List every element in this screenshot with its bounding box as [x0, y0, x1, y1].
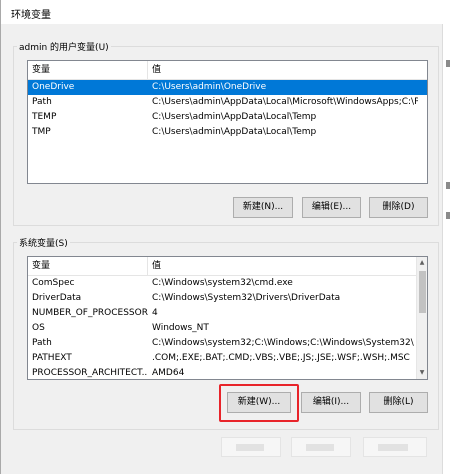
highlight-box	[219, 384, 299, 422]
column-header-variable[interactable]: 变量	[28, 61, 148, 79]
system-var-row-comspec[interactable]: ComSpec C:\Windows\system32\cmd.exe	[28, 276, 416, 291]
var-value: Windows_NT	[152, 323, 209, 333]
scroll-up-icon[interactable]: ▲	[417, 257, 427, 269]
user-var-row-tmp[interactable]: TMP C:\Users\admin\AppData\Local\Temp	[28, 125, 427, 140]
window-title: 环境变量	[11, 10, 51, 21]
var-name: NUMBER_OF_PROCESSORS	[32, 308, 148, 318]
var-value: AMD64	[152, 368, 185, 378]
user-variables-label: admin 的用户变量(U)	[17, 40, 111, 53]
edge-mark	[446, 212, 450, 219]
user-delete-button[interactable]: 删除(D)	[369, 197, 428, 218]
var-value: 4	[152, 308, 158, 318]
obscured-button	[291, 437, 351, 457]
system-var-row-processor-architecture[interactable]: PROCESSOR_ARCHITECT... AMD64	[28, 366, 416, 379]
obscured-button	[363, 437, 427, 457]
edge-mark	[446, 182, 450, 189]
column-header-value[interactable]: 值	[148, 61, 408, 79]
column-header-variable[interactable]: 变量	[28, 257, 148, 275]
edge-mark	[446, 60, 450, 67]
var-value: C:\Windows\system32\cmd.exe	[152, 278, 293, 288]
obscured-mark	[378, 444, 408, 451]
title-bar[interactable]: 环境变量	[1, 0, 450, 24]
user-var-row-temp[interactable]: TEMP C:\Users\admin\AppData\Local\Temp	[28, 110, 427, 125]
user-variables-list[interactable]: 变量 值 OneDrive C:\Users\admin\OneDrive Pa…	[27, 60, 428, 184]
var-name: OS	[32, 323, 45, 333]
obscured-mark	[306, 444, 334, 451]
user-var-row-path[interactable]: Path C:\Users\admin\AppData\Local\Micros…	[28, 95, 427, 110]
scroll-thumb[interactable]	[419, 271, 426, 313]
system-var-row-os[interactable]: OS Windows_NT	[28, 321, 416, 336]
user-var-row-onedrive[interactable]: OneDrive C:\Users\admin\OneDrive	[28, 80, 427, 95]
system-var-row-number-of-processors[interactable]: NUMBER_OF_PROCESSORS 4	[28, 306, 416, 321]
environment-variables-dialog: 环境变量 admin 的用户变量(U) 变量 值 OneDrive C:\Use…	[0, 0, 450, 474]
system-variables-scrollbar[interactable]: ▲ ▼	[416, 257, 427, 379]
var-name: ComSpec	[32, 278, 75, 288]
column-header-value[interactable]: 值	[148, 257, 408, 275]
var-value: C:\Users\admin\AppData\Local\Microsoft\W…	[152, 97, 418, 107]
user-edit-button[interactable]: 编辑(E)...	[302, 197, 361, 218]
system-var-row-path[interactable]: Path C:\Windows\system32;C:\Windows;C:\W…	[28, 336, 416, 351]
system-var-row-driverdata[interactable]: DriverData C:\Windows\System32\Drivers\D…	[28, 291, 416, 306]
background-window-edge	[442, 24, 450, 474]
system-variables-list[interactable]: 变量 值 ComSpec C:\Windows\system32\cmd.exe…	[27, 256, 428, 380]
system-delete-button[interactable]: 删除(L)	[369, 392, 428, 413]
var-name: OneDrive	[32, 82, 75, 92]
var-value: C:\Users\admin\AppData\Local\Temp	[152, 112, 317, 122]
var-value: C:\Users\admin\OneDrive	[152, 82, 267, 92]
user-new-button[interactable]: 新建(N)...	[233, 197, 293, 218]
var-name: Path	[32, 338, 52, 348]
var-value: .COM;.EXE;.BAT;.CMD;.VBS;.VBE;.JS;.JSE;.…	[152, 353, 410, 363]
var-name: PATHEXT	[32, 353, 72, 363]
var-value: C:\Users\admin\AppData\Local\Temp	[152, 127, 317, 137]
obscured-button	[221, 437, 281, 457]
system-edit-button[interactable]: 编辑(I)...	[301, 392, 361, 413]
scroll-down-icon[interactable]: ▼	[417, 367, 427, 379]
var-name: TMP	[32, 127, 51, 137]
var-name: Path	[32, 97, 52, 107]
var-value: C:\Windows\System32\Drivers\DriverData	[152, 293, 341, 303]
var-value: C:\Windows\system32;C:\Windows;C:\Window…	[152, 338, 414, 348]
system-variables-label: 系统变量(S)	[17, 236, 70, 249]
system-var-row-pathext[interactable]: PATHEXT .COM;.EXE;.BAT;.CMD;.VBS;.VBE;.J…	[28, 351, 416, 366]
var-name: PROCESSOR_ARCHITECT...	[32, 368, 148, 378]
user-variables-header: 变量 值	[28, 61, 427, 80]
obscured-mark	[236, 444, 264, 451]
var-name: TEMP	[32, 112, 57, 122]
system-variables-header: 变量 值	[28, 257, 416, 276]
var-name: DriverData	[32, 293, 82, 303]
